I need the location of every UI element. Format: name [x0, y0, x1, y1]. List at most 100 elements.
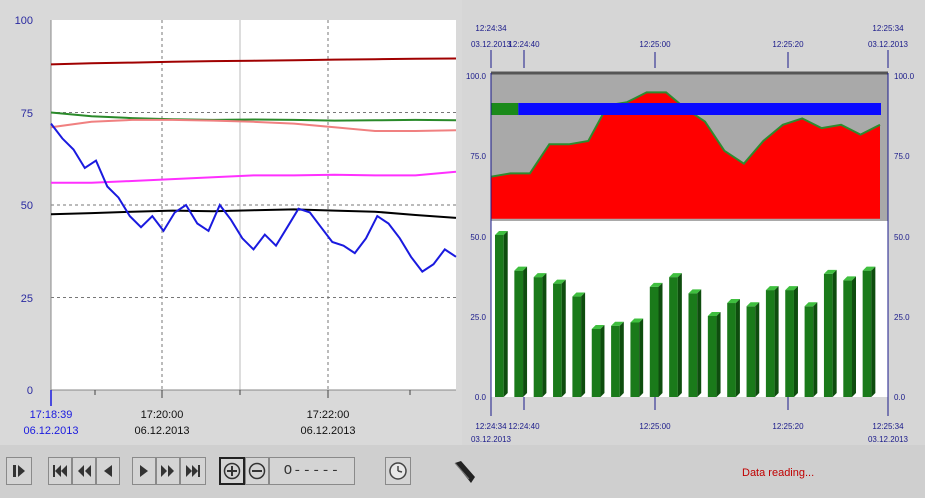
bar-side — [677, 273, 682, 397]
top-time-label: 12:25:00 — [639, 40, 671, 49]
bar-side — [735, 299, 740, 397]
stop-start-button[interactable] — [6, 457, 32, 485]
bar — [572, 292, 586, 397]
bar-side — [755, 302, 760, 397]
bottom-time-label: 12:25:00 — [639, 422, 671, 431]
bar-side — [813, 302, 818, 397]
bar — [495, 231, 508, 397]
zoom-out-button[interactable] — [245, 457, 269, 485]
bar-side — [774, 286, 779, 397]
bar — [785, 286, 798, 397]
x-tick-date: 06.12.2013 — [300, 425, 355, 437]
fast-forward-button[interactable] — [156, 457, 180, 485]
bar-side — [542, 273, 547, 397]
zoom-slider[interactable]: O----- — [269, 457, 355, 485]
y-tick-label: 25.0 — [894, 313, 910, 322]
play-button[interactable] — [132, 457, 156, 485]
y-tick-label: 0.0 — [475, 393, 487, 402]
back-button[interactable] — [96, 457, 120, 485]
bar-face — [669, 277, 678, 397]
ruler-icon — [454, 461, 475, 483]
top-time-label: 12:24:40 — [508, 40, 540, 49]
bar-face — [707, 316, 717, 397]
bottom-time-label: 12:25:34 — [872, 422, 904, 431]
bar-face — [533, 277, 543, 397]
state-bar-green — [491, 103, 519, 115]
bar-side — [619, 321, 624, 397]
top-time-axis: 12:24:34 03.12.2013 12:24:40 12:25:00 12… — [471, 24, 909, 68]
bar-face — [514, 270, 524, 397]
bar — [553, 279, 566, 397]
bar-face — [804, 306, 814, 397]
last-button[interactable] — [180, 457, 206, 485]
x-axis: 17:18:39 06.12.2013 17:20:00 06.12.2013 … — [23, 389, 456, 437]
left-trend-chart[interactable]: 100 75 50 25 0 17:18:39 06.12.2013 17:20… — [0, 0, 462, 445]
x-tick-time: 17:20:00 — [141, 409, 184, 421]
bar-side — [871, 266, 876, 397]
bar-face — [843, 280, 853, 397]
bar-face — [862, 270, 872, 397]
y-tick-label: 0.0 — [894, 393, 906, 402]
y-tick-label: 100 — [15, 15, 33, 27]
bar-side — [600, 324, 605, 397]
right-y-axis: 100.0 75.0 50.0 25.0 0.0 — [887, 72, 915, 402]
back-icon — [104, 465, 112, 477]
status-text: Data reading... — [742, 467, 815, 479]
bar — [862, 266, 876, 397]
bar-face — [572, 296, 582, 397]
bar-face — [746, 306, 756, 397]
y-tick-label: 25.0 — [470, 313, 486, 322]
zoom-slider-label: O----- — [283, 463, 341, 479]
bar — [611, 321, 624, 397]
top-time-label: 12:25:20 — [772, 40, 804, 49]
state-bar-blue — [518, 103, 881, 115]
left-trend-panel: 100 75 50 25 0 17:18:39 06.12.2013 17:20… — [0, 0, 462, 445]
bar — [727, 299, 740, 397]
zoom-out-icon — [248, 462, 266, 480]
bar — [630, 318, 644, 397]
bar-face — [727, 303, 736, 397]
clock-button[interactable] — [385, 457, 411, 485]
bar-side — [832, 269, 837, 397]
zoom-in-icon — [223, 462, 241, 480]
y-tick-label: 50.0 — [470, 233, 486, 242]
bar — [843, 276, 857, 397]
bar-face — [785, 290, 794, 397]
left-y-axis: 100.0 75.0 50.0 25.0 0.0 — [466, 72, 492, 402]
bar-side — [523, 266, 528, 397]
bar-face — [553, 283, 562, 397]
bar-face — [630, 322, 640, 397]
y-tick-label: 75.0 — [894, 152, 910, 161]
y-tick-label: 75.0 — [470, 152, 486, 161]
ruler-button[interactable] — [451, 457, 479, 485]
bar-face — [495, 235, 504, 397]
bar — [823, 269, 837, 397]
first-icon — [53, 465, 67, 477]
top-time-date: 03.12.2013 — [868, 40, 909, 49]
y-tick-label: 100.0 — [894, 72, 915, 81]
right-bar-area-chart[interactable]: 12:24:34 03.12.2013 12:24:40 12:25:00 12… — [462, 0, 925, 445]
bar — [591, 324, 605, 397]
x-tick-date: 06.12.2013 — [134, 425, 189, 437]
bottom-time-axis: 12:24:34 03.12.2013 12:24:40 12:25:00 12… — [471, 397, 909, 444]
bar — [649, 282, 663, 397]
bar — [746, 302, 760, 397]
bar-side — [658, 282, 663, 397]
bottom-time-date: 03.12.2013 — [868, 435, 909, 444]
fast-back-button[interactable] — [72, 457, 96, 485]
x-tick-time: 17:22:00 — [307, 409, 350, 421]
bar-face — [688, 293, 698, 397]
right-chart-panel: 12:24:34 03.12.2013 12:24:40 12:25:00 12… — [462, 0, 925, 445]
bar-face — [823, 273, 833, 397]
state-bar — [491, 103, 881, 115]
y-tick-label: 0 — [27, 385, 33, 397]
bar-side — [697, 289, 702, 397]
clock-icon — [389, 462, 407, 480]
bar-side — [716, 312, 721, 397]
bar-side — [561, 279, 566, 397]
zoom-in-button[interactable] — [219, 457, 245, 485]
bar — [669, 273, 682, 397]
last-icon — [186, 465, 200, 477]
x-tick-time: 17:18:39 — [30, 409, 73, 421]
first-button[interactable] — [48, 457, 72, 485]
